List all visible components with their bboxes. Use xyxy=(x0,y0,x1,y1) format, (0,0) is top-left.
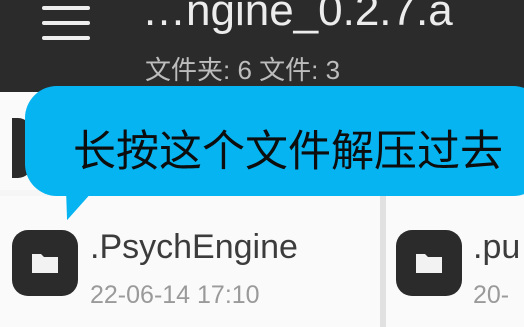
file-name: .PsychEngine xyxy=(90,228,298,266)
file-date: 20- xyxy=(473,281,510,309)
folder-icon xyxy=(12,230,78,296)
menu-icon[interactable] xyxy=(42,6,92,42)
folder-title: …ngine_0.2.7.a xyxy=(142,0,453,35)
folder-stats: 文件夹: 6 文件: 3 xyxy=(145,55,341,85)
file-name: .pu xyxy=(473,228,521,266)
app-bar: …ngine_0.2.7.a 文件夹: 6 文件: 3 xyxy=(0,0,524,92)
folder-icon xyxy=(396,230,462,296)
annotation-text: 长按这个文件解压过去 xyxy=(73,128,503,176)
grid-divider xyxy=(380,190,386,327)
file-date: 22-06-14 17:10 xyxy=(90,281,260,309)
